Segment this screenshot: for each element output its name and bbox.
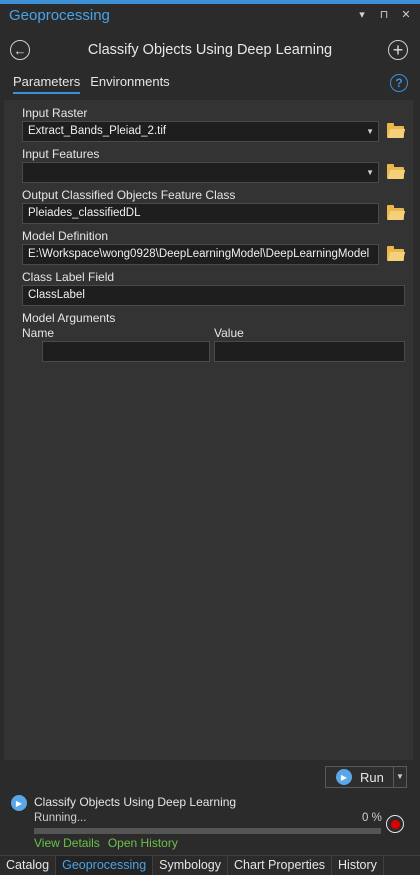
parameters-panel: Input Raster Extract_Bands_Pleiad_2.tif … (4, 100, 413, 760)
tab-geoprocessing[interactable]: Geoprocessing (56, 856, 154, 875)
tab-environments[interactable]: Environments (90, 74, 169, 94)
model-definition-value: E:\Workspace\wong0928\DeepLearningModel\… (28, 248, 370, 260)
open-history-link[interactable]: Open History (108, 836, 178, 850)
tab-chart-properties[interactable]: Chart Properties (228, 856, 333, 875)
input-raster-field[interactable]: Extract_Bands_Pleiad_2.tif ▼ (22, 121, 379, 142)
class-label-field-input[interactable]: ClassLabel (22, 285, 405, 306)
browse-folder-icon[interactable] (387, 246, 404, 261)
arguments-name-header: Name (22, 326, 55, 340)
input-features-field[interactable]: ▼ (22, 162, 379, 183)
argument-name-input[interactable] (42, 341, 210, 362)
tool-tabs: Parameters Environments (13, 74, 170, 94)
pane-title: Geoprocessing (9, 7, 110, 24)
tab-history[interactable]: History (332, 856, 384, 875)
pane-menu-icon[interactable]: ▾ (356, 8, 368, 21)
status-text: Running... (34, 812, 87, 824)
progress-bar (34, 828, 381, 834)
pane-header: Geoprocessing ▾ ⊓ ✕ (0, 4, 420, 28)
model-definition-label: Model Definition (22, 229, 109, 243)
browse-folder-icon[interactable] (387, 205, 404, 220)
model-definition-field[interactable]: E:\Workspace\wong0928\DeepLearningModel\… (22, 244, 379, 265)
tool-header: ← Classify Objects Using Deep Learning + (0, 34, 420, 66)
pane-controls: ▾ ⊓ ✕ (356, 8, 412, 21)
pin-icon[interactable]: ⊓ (378, 8, 390, 21)
status-links: View Details Open History (34, 836, 178, 850)
stop-icon (390, 819, 400, 829)
model-arguments-label: Model Arguments (22, 311, 116, 325)
tool-title: Classify Objects Using Deep Learning (87, 42, 333, 58)
tab-catalog[interactable]: Catalog (0, 856, 57, 875)
output-class-field[interactable]: Pleiades_classifiedDL (22, 203, 379, 224)
class-label-field-value: ClassLabel (28, 289, 85, 301)
output-class-label: Output Classified Objects Feature Class (22, 188, 236, 202)
bottom-tabs: Catalog Geoprocessing Symbology Chart Pr… (0, 855, 420, 875)
arguments-value-header: Value (214, 326, 244, 340)
play-icon: ▶ (336, 769, 352, 785)
tab-symbology[interactable]: Symbology (153, 856, 229, 875)
close-icon[interactable]: ✕ (400, 8, 412, 21)
stop-button[interactable] (386, 815, 404, 833)
run-label: Run (360, 769, 384, 785)
input-features-label: Input Features (22, 147, 100, 161)
add-icon[interactable]: + (388, 40, 408, 60)
help-icon[interactable]: ? (390, 74, 408, 92)
output-class-value: Pleiades_classifiedDL (28, 207, 141, 219)
input-raster-label: Input Raster (22, 106, 88, 120)
browse-folder-icon[interactable] (387, 123, 404, 138)
chevron-down-icon[interactable]: ▼ (366, 168, 374, 177)
chevron-down-icon[interactable]: ▼ (396, 772, 404, 781)
status-title: Classify Objects Using Deep Learning (34, 795, 237, 809)
progress-percent: 0 % (362, 812, 382, 824)
run-button[interactable]: ▶ Run ▼ (325, 766, 407, 788)
view-details-link[interactable]: View Details (34, 836, 100, 850)
class-label-field-label: Class Label Field (22, 270, 115, 284)
argument-value-input[interactable] (214, 341, 405, 362)
play-icon: ▶ (11, 795, 27, 811)
input-raster-value: Extract_Bands_Pleiad_2.tif (28, 125, 167, 137)
browse-folder-icon[interactable] (387, 164, 404, 179)
chevron-down-icon[interactable]: ▼ (366, 127, 374, 136)
tab-parameters[interactable]: Parameters (13, 74, 81, 94)
run-split-divider (393, 767, 394, 787)
